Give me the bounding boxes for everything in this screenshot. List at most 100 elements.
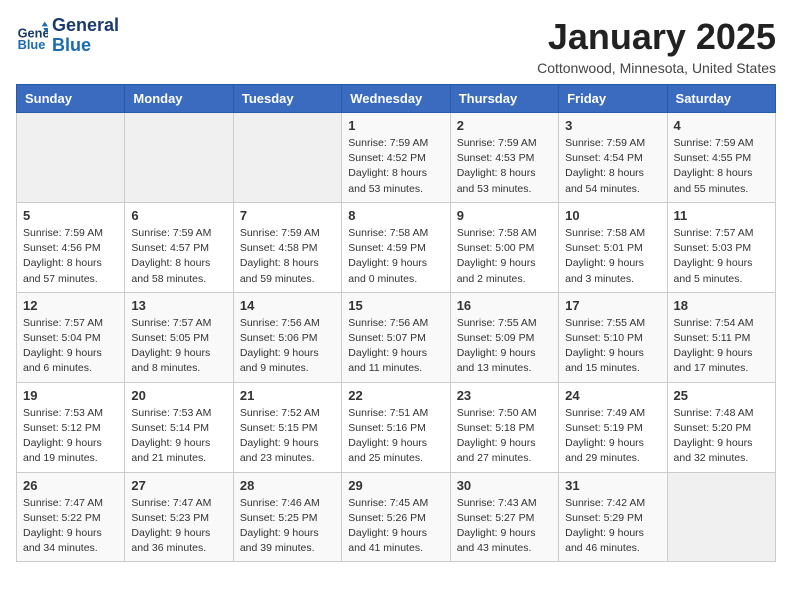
calendar-cell: 12 Sunrise: 7:57 AM Sunset: 5:04 PM Dayli… <box>17 292 125 382</box>
calendar-cell <box>125 113 233 203</box>
svg-text:Blue: Blue <box>18 37 46 52</box>
day-number: 7 <box>240 208 335 223</box>
calendar-cell: 3 Sunrise: 7:59 AM Sunset: 4:54 PM Daylig… <box>559 113 667 203</box>
day-number: 11 <box>674 208 769 223</box>
calendar-cell: 17 Sunrise: 7:55 AM Sunset: 5:10 PM Dayli… <box>559 292 667 382</box>
day-info: Sunrise: 7:57 AM Sunset: 5:05 PM Dayligh… <box>131 316 226 377</box>
day-number: 8 <box>348 208 443 223</box>
calendar-cell: 14 Sunrise: 7:56 AM Sunset: 5:06 PM Dayli… <box>233 292 341 382</box>
calendar-week-1: 1 Sunrise: 7:59 AM Sunset: 4:52 PM Daylig… <box>17 113 776 203</box>
day-info: Sunrise: 7:52 AM Sunset: 5:15 PM Dayligh… <box>240 406 335 467</box>
day-number: 10 <box>565 208 660 223</box>
weekday-thursday: Thursday <box>450 85 558 113</box>
day-info: Sunrise: 7:53 AM Sunset: 5:14 PM Dayligh… <box>131 406 226 467</box>
page-header: General Blue General Blue January 2025 C… <box>16 16 776 76</box>
calendar-cell: 16 Sunrise: 7:55 AM Sunset: 5:09 PM Dayli… <box>450 292 558 382</box>
weekday-wednesday: Wednesday <box>342 85 450 113</box>
calendar-cell: 2 Sunrise: 7:59 AM Sunset: 4:53 PM Daylig… <box>450 113 558 203</box>
calendar-cell: 7Sunrise: 7:59 AM Sunset: 4:58 PM Daylig… <box>233 202 341 292</box>
day-number: 29 <box>348 478 443 493</box>
day-info: Sunrise: 7:56 AM Sunset: 5:06 PM Dayligh… <box>240 316 335 377</box>
calendar-cell: 26 Sunrise: 7:47 AM Sunset: 5:22 PM Dayli… <box>17 472 125 562</box>
calendar-cell: 29 Sunrise: 7:45 AM Sunset: 5:26 PM Dayli… <box>342 472 450 562</box>
calendar-cell <box>667 472 775 562</box>
day-info: Sunrise: 7:46 AM Sunset: 5:25 PM Dayligh… <box>240 496 335 557</box>
day-info: Sunrise: 7:45 AM Sunset: 5:26 PM Dayligh… <box>348 496 443 557</box>
day-number: 22 <box>348 388 443 403</box>
day-number: 30 <box>457 478 552 493</box>
day-number: 31 <box>565 478 660 493</box>
day-info: Sunrise: 7:59 AM Sunset: 4:54 PM Dayligh… <box>565 136 660 197</box>
day-info: Sunrise: 7:55 AM Sunset: 5:10 PM Dayligh… <box>565 316 660 377</box>
day-number: 2 <box>457 118 552 133</box>
calendar-cell <box>233 113 341 203</box>
day-number: 9 <box>457 208 552 223</box>
logo: General Blue General Blue <box>16 16 119 56</box>
calendar-body: 1 Sunrise: 7:59 AM Sunset: 4:52 PM Daylig… <box>17 113 776 562</box>
day-info: Sunrise: 7:59 AM Sunset: 4:53 PM Dayligh… <box>457 136 552 197</box>
logo-text: General <box>52 16 119 36</box>
calendar-cell: 8Sunrise: 7:58 AM Sunset: 4:59 PM Daylig… <box>342 202 450 292</box>
day-number: 27 <box>131 478 226 493</box>
calendar-cell: 18 Sunrise: 7:54 AM Sunset: 5:11 PM Dayli… <box>667 292 775 382</box>
weekday-tuesday: Tuesday <box>233 85 341 113</box>
day-info: Sunrise: 7:57 AM Sunset: 5:03 PM Dayligh… <box>674 226 769 287</box>
calendar-cell: 22Sunrise: 7:51 AM Sunset: 5:16 PM Dayli… <box>342 382 450 472</box>
day-info: Sunrise: 7:48 AM Sunset: 5:20 PM Dayligh… <box>674 406 769 467</box>
month-title: January 2025 <box>537 16 776 58</box>
weekday-monday: Monday <box>125 85 233 113</box>
day-number: 17 <box>565 298 660 313</box>
day-number: 12 <box>23 298 118 313</box>
calendar-cell: 11 Sunrise: 7:57 AM Sunset: 5:03 PM Dayli… <box>667 202 775 292</box>
calendar-cell: 15 Sunrise: 7:56 AM Sunset: 5:07 PM Dayli… <box>342 292 450 382</box>
day-info: Sunrise: 7:57 AM Sunset: 5:04 PM Dayligh… <box>23 316 118 377</box>
day-number: 3 <box>565 118 660 133</box>
day-info: Sunrise: 7:47 AM Sunset: 5:22 PM Dayligh… <box>23 496 118 557</box>
day-info: Sunrise: 7:50 AM Sunset: 5:18 PM Dayligh… <box>457 406 552 467</box>
day-number: 18 <box>674 298 769 313</box>
calendar-cell: 13 Sunrise: 7:57 AM Sunset: 5:05 PM Dayli… <box>125 292 233 382</box>
day-info: Sunrise: 7:42 AM Sunset: 5:29 PM Dayligh… <box>565 496 660 557</box>
weekday-friday: Friday <box>559 85 667 113</box>
weekday-header-row: SundayMondayTuesdayWednesdayThursdayFrid… <box>17 85 776 113</box>
day-info: Sunrise: 7:59 AM Sunset: 4:52 PM Dayligh… <box>348 136 443 197</box>
calendar-cell: 27 Sunrise: 7:47 AM Sunset: 5:23 PM Dayli… <box>125 472 233 562</box>
day-info: Sunrise: 7:59 AM Sunset: 4:55 PM Dayligh… <box>674 136 769 197</box>
day-info: Sunrise: 7:47 AM Sunset: 5:23 PM Dayligh… <box>131 496 226 557</box>
day-number: 15 <box>348 298 443 313</box>
day-number: 23 <box>457 388 552 403</box>
location: Cottonwood, Minnesota, United States <box>537 60 776 76</box>
day-number: 24 <box>565 388 660 403</box>
day-info: Sunrise: 7:59 AM Sunset: 4:56 PM Dayligh… <box>23 226 118 287</box>
calendar-cell: 25Sunrise: 7:48 AM Sunset: 5:20 PM Dayli… <box>667 382 775 472</box>
day-number: 16 <box>457 298 552 313</box>
calendar-week-5: 26 Sunrise: 7:47 AM Sunset: 5:22 PM Dayli… <box>17 472 776 562</box>
calendar-cell: 19Sunrise: 7:53 AM Sunset: 5:12 PM Dayli… <box>17 382 125 472</box>
day-info: Sunrise: 7:43 AM Sunset: 5:27 PM Dayligh… <box>457 496 552 557</box>
logo-text2: Blue <box>52 36 119 56</box>
calendar-cell: 24 Sunrise: 7:49 AM Sunset: 5:19 PM Dayli… <box>559 382 667 472</box>
day-info: Sunrise: 7:49 AM Sunset: 5:19 PM Dayligh… <box>565 406 660 467</box>
day-number: 4 <box>674 118 769 133</box>
calendar-cell: 9Sunrise: 7:58 AM Sunset: 5:00 PM Daylig… <box>450 202 558 292</box>
day-number: 6 <box>131 208 226 223</box>
calendar-cell <box>17 113 125 203</box>
day-info: Sunrise: 7:55 AM Sunset: 5:09 PM Dayligh… <box>457 316 552 377</box>
day-number: 14 <box>240 298 335 313</box>
day-number: 26 <box>23 478 118 493</box>
calendar-week-4: 19Sunrise: 7:53 AM Sunset: 5:12 PM Dayli… <box>17 382 776 472</box>
calendar-cell: 20Sunrise: 7:53 AM Sunset: 5:14 PM Dayli… <box>125 382 233 472</box>
day-number: 1 <box>348 118 443 133</box>
day-info: Sunrise: 7:56 AM Sunset: 5:07 PM Dayligh… <box>348 316 443 377</box>
calendar-cell: 31 Sunrise: 7:42 AM Sunset: 5:29 PM Dayli… <box>559 472 667 562</box>
calendar-cell: 28 Sunrise: 7:46 AM Sunset: 5:25 PM Dayli… <box>233 472 341 562</box>
day-number: 5 <box>23 208 118 223</box>
day-number: 13 <box>131 298 226 313</box>
logo-icon: General Blue <box>16 20 48 52</box>
calendar-cell: 1 Sunrise: 7:59 AM Sunset: 4:52 PM Daylig… <box>342 113 450 203</box>
day-info: Sunrise: 7:54 AM Sunset: 5:11 PM Dayligh… <box>674 316 769 377</box>
day-info: Sunrise: 7:59 AM Sunset: 4:57 PM Dayligh… <box>131 226 226 287</box>
calendar-cell: 5 Sunrise: 7:59 AM Sunset: 4:56 PM Daylig… <box>17 202 125 292</box>
calendar-table: SundayMondayTuesdayWednesdayThursdayFrid… <box>16 84 776 562</box>
day-number: 28 <box>240 478 335 493</box>
